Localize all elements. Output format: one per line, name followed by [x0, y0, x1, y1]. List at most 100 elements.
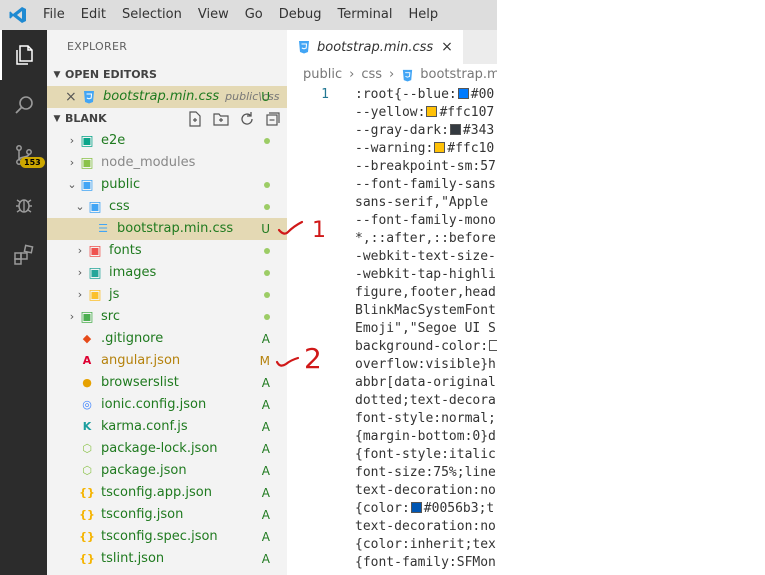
- close-icon[interactable]: ×: [65, 86, 79, 108]
- tab-label: bootstrap.min.css: [317, 39, 434, 55]
- folder-item[interactable]: › ▣ e2e: [47, 130, 287, 152]
- extensions-icon: [13, 244, 33, 265]
- json-icon: {}: [79, 552, 95, 565]
- file-item[interactable]: ● browserslist A: [47, 372, 287, 394]
- code-content[interactable]: :root{--blue: #00 --yellow: #ffc107 --gray-d…: [355, 86, 497, 572]
- file-item[interactable]: ⬡ package.json A: [47, 460, 287, 482]
- color-swatch[interactable]: [426, 106, 438, 117]
- karma-icon: K: [82, 420, 92, 433]
- folder-item[interactable]: ⌄ ▣ public: [47, 174, 287, 196]
- breadcrumb-file[interactable]: bootstrap.min.c: [420, 64, 497, 86]
- color-swatch[interactable]: [489, 340, 497, 351]
- explorer-view-button[interactable]: [0, 30, 47, 80]
- js-folder-icon: ▣: [88, 287, 102, 303]
- code-text: #343: [462, 123, 495, 138]
- source-control-view-button[interactable]: 153: [0, 130, 47, 180]
- code-line: {color:inherit;tex: [355, 536, 497, 554]
- code-text: {color:: [355, 501, 410, 516]
- menu-file[interactable]: File: [35, 0, 73, 30]
- chevron-right-icon: ›: [69, 310, 75, 323]
- tree-item-label: public: [101, 177, 141, 192]
- color-swatch[interactable]: [449, 124, 461, 135]
- open-editors-section-header[interactable]: ▼ OPEN EDITORS: [47, 64, 287, 86]
- breadcrumb-css[interactable]: css: [361, 64, 382, 86]
- menu-debug[interactable]: Debug: [271, 0, 330, 30]
- code-text: #00: [470, 87, 495, 102]
- breadcrumb-public[interactable]: public: [303, 64, 342, 86]
- file-item[interactable]: {} tsconfig.app.json A: [47, 482, 287, 504]
- code-text: dotted;text-decora: [355, 393, 496, 408]
- file-item[interactable]: Kkarma.conf.js A: [47, 416, 287, 438]
- code-line: --yellow: #ffc107: [355, 104, 497, 122]
- editor-tabs: bootstrap.min.css ×: [287, 30, 497, 64]
- close-tab-icon[interactable]: ×: [441, 39, 453, 55]
- code-text: --yellow:: [355, 105, 426, 120]
- extensions-view-button[interactable]: [0, 230, 47, 280]
- code-text: text-decoration:no: [355, 519, 496, 534]
- menu-terminal[interactable]: Terminal: [330, 0, 401, 30]
- menu-edit[interactable]: Edit: [73, 0, 114, 30]
- menu-bar: File Edit Selection View Go Debug Terminal Help: [0, 0, 497, 30]
- git-change-dot: [264, 248, 270, 254]
- search-view-button[interactable]: [0, 80, 47, 130]
- color-swatch[interactable]: [410, 502, 422, 513]
- menu-selection[interactable]: Selection: [114, 0, 190, 30]
- menu-go[interactable]: Go: [237, 0, 271, 30]
- annotation-number-1: 1: [312, 218, 326, 242]
- activity-bar: 153: [0, 30, 47, 575]
- git-status-badge: A: [261, 442, 270, 456]
- file-item[interactable]: {} tsconfig.json A: [47, 504, 287, 526]
- line-number: 1: [321, 87, 329, 102]
- file-item[interactable]: ⬡ package-lock.json A: [47, 438, 287, 460]
- git-status-badge: A: [261, 486, 270, 500]
- file-item[interactable]: ◆ .gitignore A: [47, 328, 287, 350]
- git-status-badge: A: [261, 552, 270, 566]
- angular-icon: A: [82, 354, 92, 367]
- folder-item[interactable]: › ▣ fonts: [47, 240, 287, 262]
- color-swatch[interactable]: [457, 88, 469, 99]
- folder-item[interactable]: › ▣ node_modules: [47, 152, 287, 174]
- debug-view-button[interactable]: [0, 180, 47, 230]
- tree-item-label: images: [109, 265, 157, 280]
- file-item[interactable]: ◎ ionic.config.json A: [47, 394, 287, 416]
- chevron-right-icon: ›: [69, 156, 75, 169]
- code-text: overflow:visible}h: [355, 357, 496, 372]
- file-item[interactable]: Aangular.json M: [47, 350, 287, 372]
- menu-view[interactable]: View: [190, 0, 237, 30]
- json-icon: {}: [79, 508, 95, 521]
- code-text: -webkit-tap-highli: [355, 267, 496, 282]
- folder-item[interactable]: › ▣ src: [47, 306, 287, 328]
- git-status-badge: U: [261, 222, 270, 236]
- files-icon: [15, 45, 33, 65]
- file-item[interactable]: {} tslint.json A: [47, 548, 287, 570]
- chevron-right-icon: ›: [77, 266, 83, 279]
- new-file-icon[interactable]: [187, 111, 203, 127]
- menu-help[interactable]: Help: [400, 0, 446, 30]
- code-text: Emoji","Segoe UI S: [355, 321, 496, 336]
- collapse-all-icon[interactable]: [265, 111, 281, 127]
- color-swatch[interactable]: [434, 142, 446, 153]
- new-folder-icon[interactable]: [213, 111, 229, 127]
- file-item[interactable]: {} tsconfig.spec.json A: [47, 526, 287, 548]
- tree-item-label: browserslist: [101, 375, 179, 390]
- git-icon: ◆: [82, 332, 92, 345]
- folder-item[interactable]: ⌄ ▣ css: [47, 196, 287, 218]
- open-editor-item[interactable]: × bootstrap.min.css public\css U: [47, 86, 287, 108]
- refresh-icon[interactable]: [239, 111, 255, 127]
- code-text: sans-serif,"Apple: [355, 195, 496, 210]
- folder-item[interactable]: › ▣ js: [47, 284, 287, 306]
- file-item[interactable]: ☰ bootstrap.min.css U: [47, 218, 287, 240]
- code-line: overflow:visible}h: [355, 356, 497, 374]
- folder-item[interactable]: › ▣ images: [47, 262, 287, 284]
- code-text: {color:inherit;tex: [355, 537, 496, 552]
- code-text: abbr[data-original: [355, 375, 496, 390]
- code-line: *,::after,::before: [355, 230, 497, 248]
- tree-item-label: js: [109, 287, 120, 302]
- git-change-dot: [264, 182, 270, 188]
- git-status-badge: A: [261, 530, 270, 544]
- code-text: --warning:: [355, 141, 434, 156]
- code-line: -webkit-tap-highli: [355, 266, 497, 284]
- tab-bootstrap-min-css[interactable]: bootstrap.min.css ×: [287, 30, 463, 64]
- folder-section-header[interactable]: ▼ BLANK: [47, 108, 287, 130]
- json-icon: {}: [79, 530, 95, 543]
